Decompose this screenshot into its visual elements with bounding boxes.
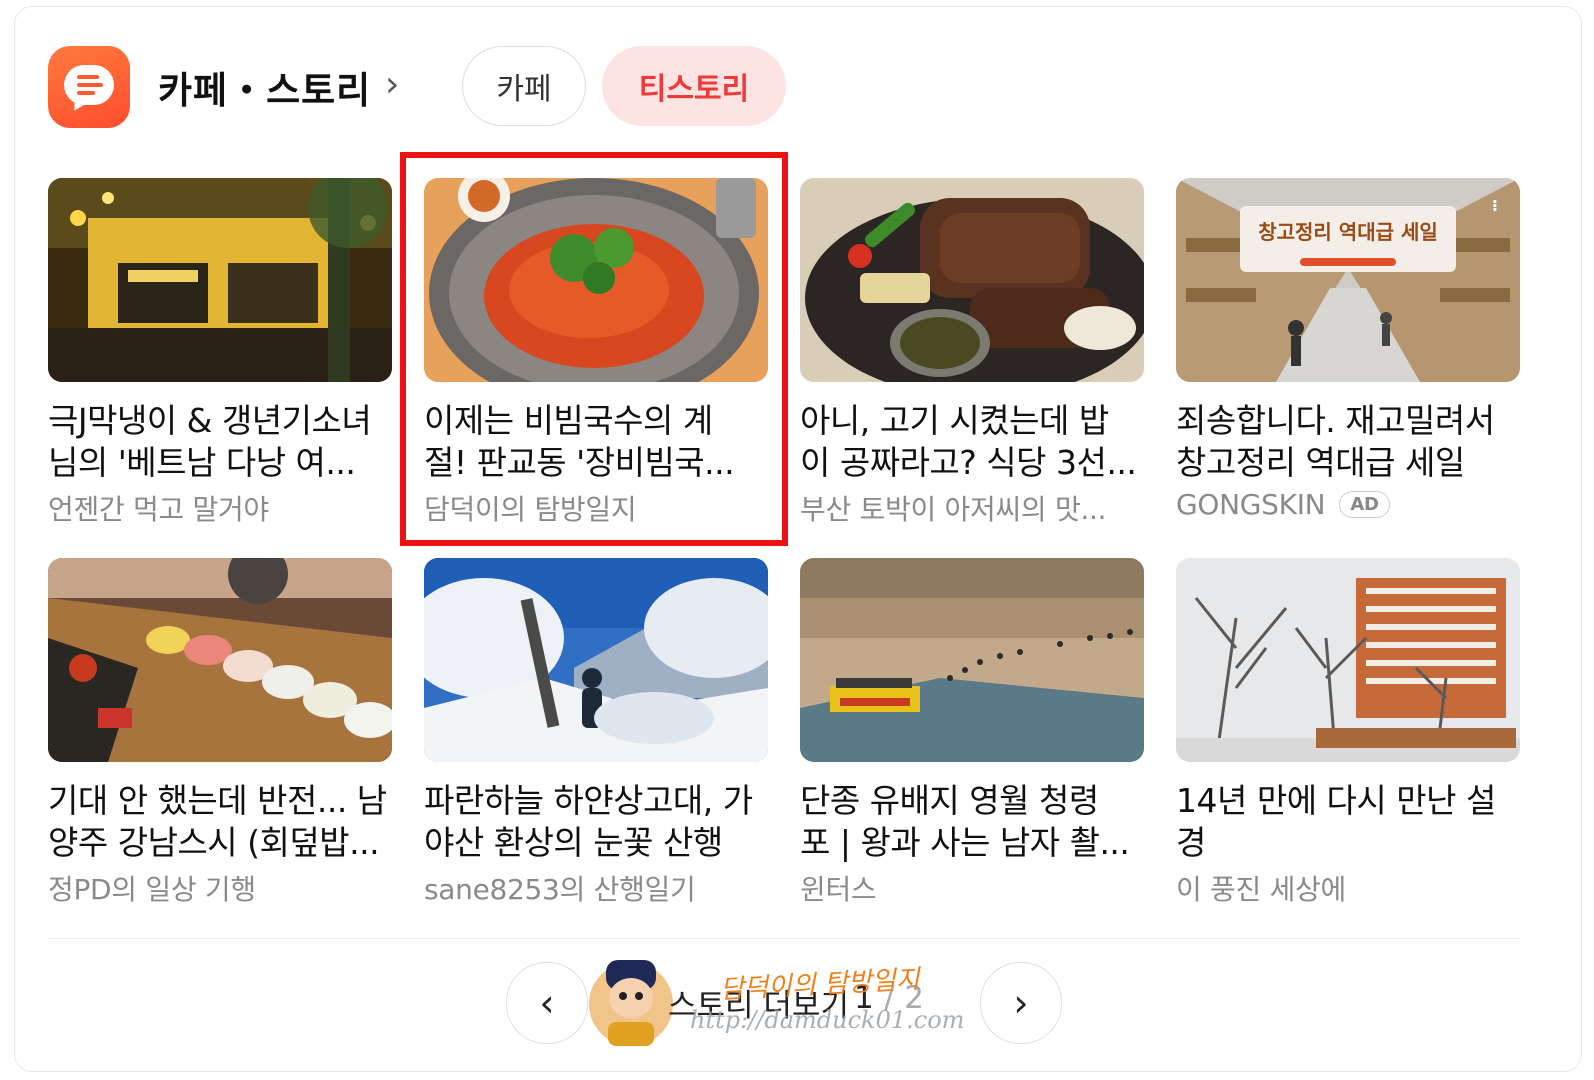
card-source: 윈터스 [800,873,877,906]
card-title[interactable]: 기대 안 했는데 반전... 남 양주 강남스시 (회덮밥... [48,780,398,864]
watermark-url: http://damduck01.com [690,1006,965,1034]
chat-bubble-icon [48,46,130,128]
next-page-button[interactable]: › [980,962,1062,1044]
advertiser-name: GONGSKIN [1176,488,1326,521]
grilled-meat-image[interactable] [800,178,1144,382]
divider [48,938,1520,939]
card-title[interactable]: 극J막냉이 & 갱년기소녀 님의 '베트남 다낭 여... [48,400,398,484]
card-source: sane8253의 산행일기 [424,873,696,906]
chevron-right-icon: › [1013,981,1029,1025]
chevron-left-icon: ‹ [539,981,555,1025]
section-header: 카페・스토리 › 카페 티스토리 [48,46,1048,130]
story-panel [14,6,1582,1072]
ad-image-headline: 창고정리 역대급 세일 [1258,220,1438,244]
vietnam-cafe-image[interactable] [48,178,392,382]
tab-cafe[interactable]: 카페 [462,46,586,126]
card-source: 언젠간 먹고 말거야 [48,493,269,526]
card-title[interactable]: 아니, 고기 시켰는데 밥이 공짜라고? 식당 3선... [800,400,1150,484]
chevron-right-icon[interactable]: › [385,64,399,105]
card-title[interactable]: 단종 유배지 영월 청령 포 | 왕과 사는 남자 촬... [800,780,1150,864]
tab-tistory[interactable]: 티스토리 [602,46,786,126]
snowy-apartment-image[interactable] [1176,558,1520,762]
snow-mountain-image[interactable] [424,558,768,762]
highlight-box [400,152,788,546]
avatar [588,954,674,1050]
prev-page-button[interactable]: ‹ [506,962,588,1044]
card-source: 부산 토박이 아저씨의 맛... [800,493,1107,526]
sushi-image[interactable] [48,558,392,762]
card-source: 이 풍진 세상에 [1176,873,1346,906]
info-icon[interactable]: ⁝ [1492,196,1498,215]
card-title[interactable]: 죄송합니다. 재고밀려서 창고정리 역대급 세일 [1176,400,1526,484]
card-source: GONGSKIN AD [1176,488,1390,521]
riverside-image[interactable] [800,558,1144,762]
warehouse-sale-image[interactable]: 창고정리 역대급 세일 ⁝ [1176,178,1520,382]
card-title[interactable]: 14년 만에 다시 만난 설경 [1176,780,1526,864]
card-source: 정PD의 일상 기행 [48,873,256,906]
ad-badge: AD [1339,491,1390,518]
card-title[interactable]: 파란하늘 하얀상고대, 가 야산 환상의 눈꽃 산행 [424,780,774,864]
section-title[interactable]: 카페・스토리 [158,60,371,114]
